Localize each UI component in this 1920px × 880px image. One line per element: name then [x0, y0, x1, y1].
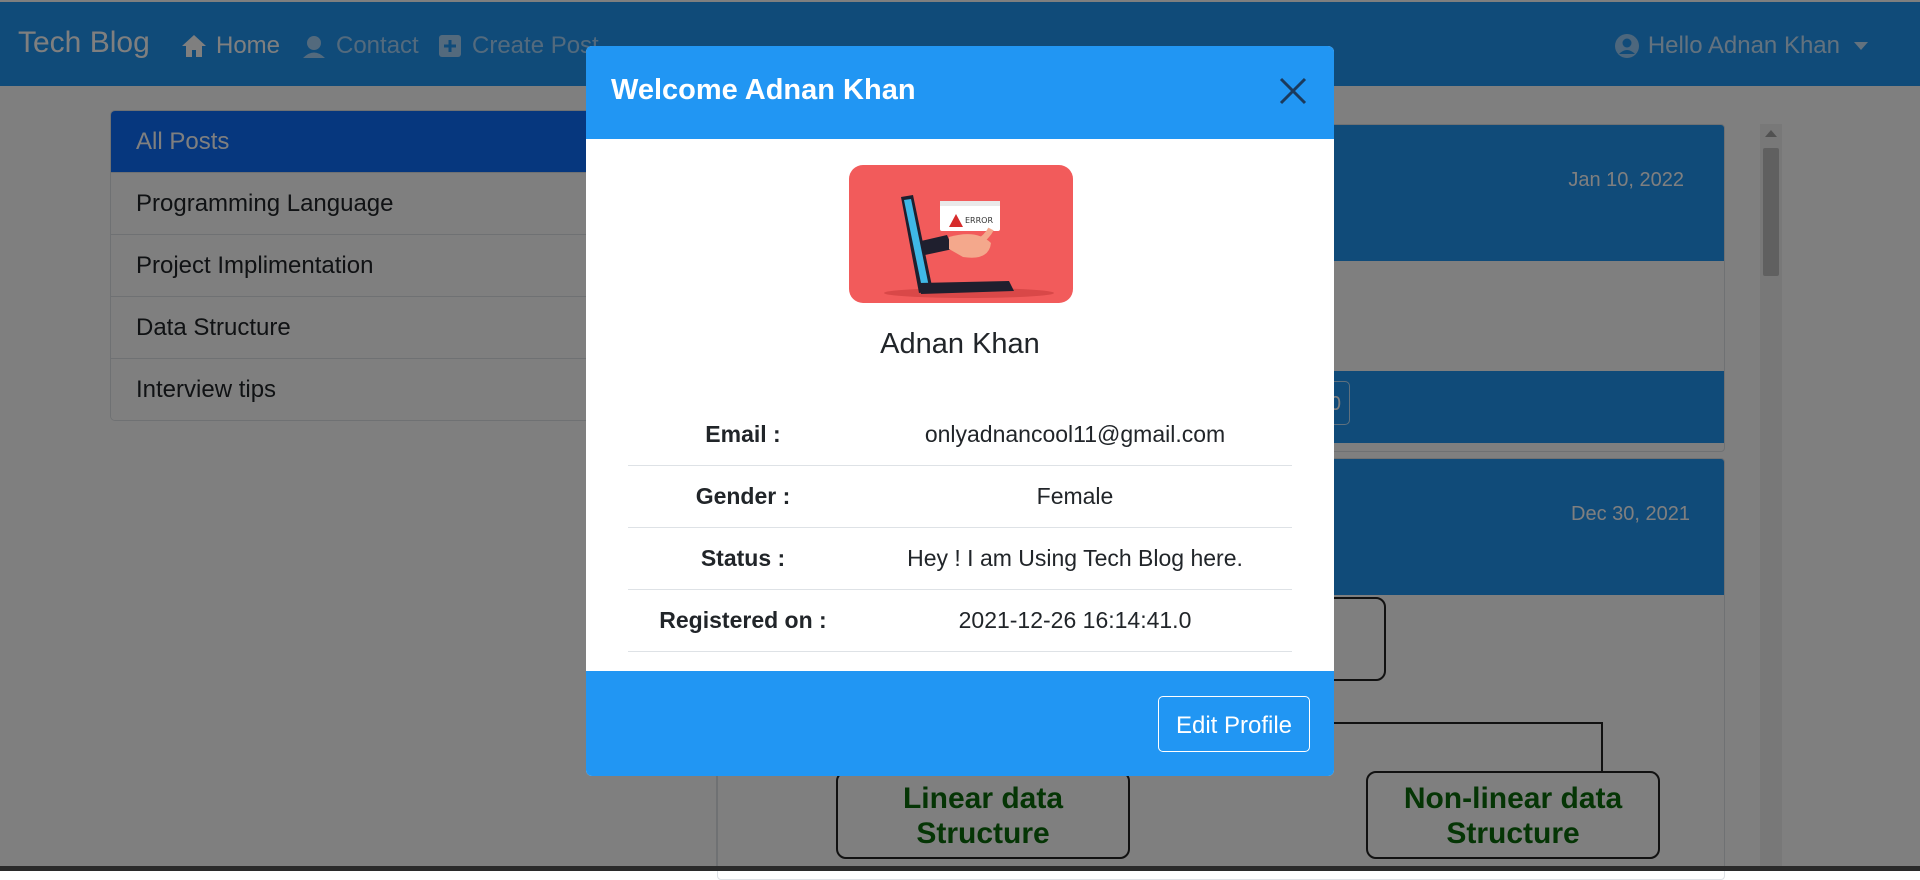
table-row: Email : onlyadnancool11@gmail.com — [628, 404, 1292, 466]
modal-header: Welcome Adnan Khan — [586, 46, 1334, 139]
modal-title: Welcome Adnan Khan — [611, 74, 916, 106]
profile-name: Adnan Khan — [880, 328, 1040, 360]
close-icon[interactable] — [1276, 74, 1310, 108]
error-text: ERROR — [965, 216, 993, 225]
bottom-strip — [0, 866, 1920, 871]
modal-footer: Edit Profile — [586, 671, 1334, 776]
table-row: Registered on : 2021-12-26 16:14:41.0 — [628, 589, 1292, 652]
email-value: onlyadnancool11@gmail.com — [858, 404, 1292, 466]
gender-label: Gender : — [628, 465, 858, 528]
laptop-error-illustration: ERROR — [884, 195, 1054, 298]
status-value: Hey ! I am Using Tech Blog here. — [858, 527, 1292, 590]
profile-image: ERROR — [849, 165, 1073, 303]
table-row: Status : Hey ! I am Using Tech Blog here… — [628, 527, 1292, 590]
profile-modal: Welcome Adnan Khan ERROR Adnan Khan Emai… — [586, 46, 1334, 776]
status-label: Status : — [628, 527, 858, 590]
edit-profile-button[interactable]: Edit Profile — [1158, 696, 1310, 752]
registered-value: 2021-12-26 16:14:41.0 — [858, 589, 1292, 652]
gender-value: Female — [858, 465, 1292, 528]
profile-details-table: Email : onlyadnancool11@gmail.com Gender… — [628, 404, 1292, 652]
registered-label: Registered on : — [628, 589, 858, 652]
table-row: Gender : Female — [628, 465, 1292, 528]
email-label: Email : — [628, 404, 858, 466]
